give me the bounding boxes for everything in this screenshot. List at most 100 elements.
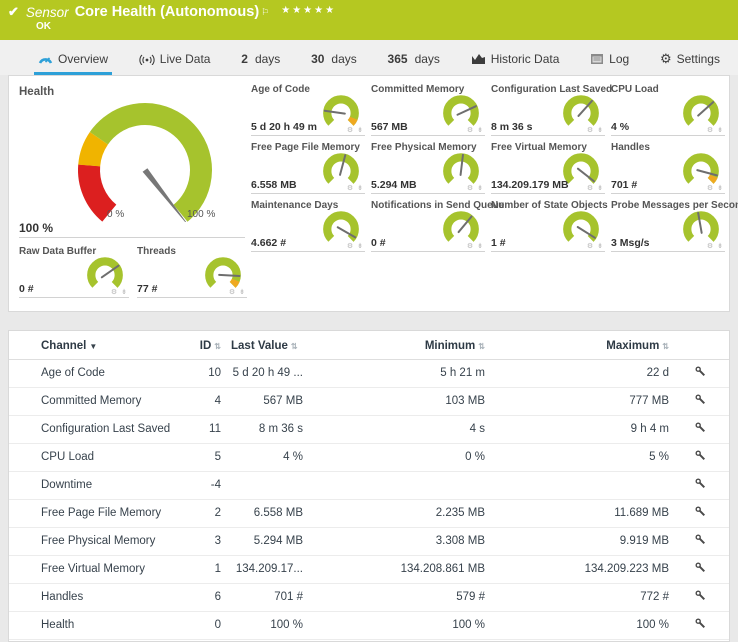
column-header-id[interactable]: ID⇅ (181, 331, 221, 360)
cell-id: 4 (181, 388, 221, 416)
tab-30-days[interactable]: 30days (307, 47, 361, 75)
pin-icon[interactable]: ⇟ (477, 127, 484, 134)
table-row: CPU Load54 %0 %5 % (9, 444, 730, 472)
gear-icon[interactable]: ⚙ (229, 289, 236, 296)
pin-icon[interactable]: ⇟ (597, 127, 604, 134)
tile-threads[interactable]: Threads77 #⚙ ⇟ (137, 246, 247, 298)
pin-icon[interactable]: ⇟ (357, 127, 364, 134)
wrench-icon[interactable] (695, 564, 706, 576)
channel-settings-button[interactable] (669, 388, 730, 416)
tile-value: 567 MB (371, 121, 408, 133)
gear-icon[interactable]: ⚙ (587, 185, 594, 192)
cell-channel[interactable]: CPU Load (9, 444, 181, 472)
tile-health[interactable]: Health x 0 % 100 % 100 % (19, 84, 245, 238)
wrench-icon[interactable] (695, 424, 706, 436)
cell-channel[interactable]: Free Virtual Memory (9, 556, 181, 584)
wrench-icon[interactable] (695, 536, 706, 548)
cell-last-value: 8 m 36 s (221, 416, 303, 444)
pin-icon[interactable]: ⇟ (357, 243, 364, 250)
pin-icon[interactable]: ⇟ (239, 289, 246, 296)
gear-icon[interactable]: ⚙ (111, 289, 118, 296)
channel-settings-button[interactable] (669, 556, 730, 584)
gear-icon[interactable]: ⚙ (707, 127, 714, 134)
channel-settings-button[interactable] (669, 444, 730, 472)
pin-icon[interactable]: ⇟ (597, 243, 604, 250)
cell-minimum: 103 MB (303, 388, 485, 416)
channel-settings-button[interactable] (669, 472, 730, 500)
gear-icon[interactable]: ⚙ (467, 243, 474, 250)
wrench-icon[interactable] (695, 396, 706, 408)
pin-icon[interactable]: ⇟ (717, 127, 724, 134)
cell-channel[interactable]: Configuration Last Saved (9, 416, 181, 444)
column-header-last-value[interactable]: Last Value⇅ (221, 331, 303, 360)
channel-settings-button[interactable] (669, 500, 730, 528)
tile-maintenance-days[interactable]: Maintenance Days4.662 #⚙ ⇟ (251, 200, 365, 252)
flag-icon[interactable]: ⚐ (261, 7, 269, 18)
gear-icon[interactable]: ⚙ (467, 185, 474, 192)
wrench-icon[interactable] (695, 620, 706, 632)
cell-channel[interactable]: Handles (9, 584, 181, 612)
channel-settings-button[interactable] (669, 360, 730, 388)
tile-raw-data-buffer[interactable]: Raw Data Buffer0 #⚙ ⇟ (19, 246, 129, 298)
channel-settings-button[interactable] (669, 528, 730, 556)
channel-settings-button[interactable] (669, 584, 730, 612)
cell-maximum: 134.209.223 MB (485, 556, 669, 584)
pin-icon[interactable]: ⇟ (477, 185, 484, 192)
pin-icon[interactable]: ⇟ (477, 243, 484, 250)
gear-icon[interactable]: ⚙ (587, 127, 594, 134)
tab-settings[interactable]: ⚙Settings (656, 47, 724, 75)
column-header-minimum[interactable]: Minimum⇅ (303, 331, 485, 360)
cell-channel[interactable]: Downtime (9, 472, 181, 500)
tile-age-of-code[interactable]: Age of Code5 d 20 h 49 m⚙ ⇟ (251, 84, 365, 136)
tile-number-of-state-objects[interactable]: Number of State Objects1 #⚙ ⇟ (491, 200, 605, 252)
tab-365-days[interactable]: 365days (384, 47, 444, 75)
wrench-icon[interactable] (695, 368, 706, 380)
tab-2-days[interactable]: 2days (237, 47, 284, 75)
sort-desc-icon: ▼ (89, 342, 97, 351)
cell-id: 1 (181, 556, 221, 584)
tile-free-physical-memory[interactable]: Free Physical Memory5.294 MB⚙ ⇟ (371, 142, 485, 194)
gear-icon[interactable]: ⚙ (347, 185, 354, 192)
gear-icon[interactable]: ⚙ (347, 127, 354, 134)
gear-icon[interactable]: ⚙ (587, 243, 594, 250)
tile-cpu-load[interactable]: CPU Load4 %⚙ ⇟ (611, 84, 725, 136)
tile-free-virtual-memory[interactable]: Free Virtual Memory134.209.179 MB⚙ ⇟ (491, 142, 605, 194)
tile-notifications-in-send-queue[interactable]: Notifications in Send Queue0 #⚙ ⇟ (371, 200, 485, 252)
table-row: Free Page File Memory26.558 MB2.235 MB11… (9, 500, 730, 528)
column-header-channel[interactable]: Channel▼ (9, 331, 181, 360)
column-header-maximum[interactable]: Maximum⇅ (485, 331, 669, 360)
sort-icon: ⇅ (662, 342, 669, 351)
tab-live-data[interactable]: Live Data (135, 47, 215, 75)
gear-icon[interactable]: ⚙ (347, 243, 354, 250)
tab-overview[interactable]: Overview (34, 47, 112, 75)
cell-channel[interactable]: Age of Code (9, 360, 181, 388)
tile-free-page-file-memory[interactable]: Free Page File Memory6.558 MB⚙ ⇟ (251, 142, 365, 194)
cell-channel[interactable]: Free Physical Memory (9, 528, 181, 556)
channel-settings-button[interactable] (669, 612, 730, 640)
tile-probe-messages-per-second[interactable]: Probe Messages per Second3 Msg/s⚙ ⇟ (611, 200, 725, 252)
gear-icon[interactable]: ⚙ (707, 243, 714, 250)
pin-icon[interactable]: ⇟ (121, 289, 128, 296)
priority-stars[interactable]: ★★★★★ (281, 5, 336, 16)
pin-icon[interactable]: ⇟ (357, 185, 364, 192)
tile-configuration-last-saved[interactable]: Configuration Last Saved8 m 36 s⚙ ⇟ (491, 84, 605, 136)
pin-icon[interactable]: ⇟ (597, 185, 604, 192)
tile-handles[interactable]: Handles701 #⚙ ⇟ (611, 142, 725, 194)
table-row: Free Physical Memory35.294 MB3.308 MB9.9… (9, 528, 730, 556)
wrench-icon[interactable] (695, 452, 706, 464)
wrench-icon[interactable] (695, 508, 706, 520)
cell-channel[interactable]: Health (9, 612, 181, 640)
pin-icon[interactable]: ⇟ (717, 243, 724, 250)
tab-log[interactable]: Log (586, 47, 633, 75)
tile-committed-memory[interactable]: Committed Memory567 MB⚙ ⇟ (371, 84, 485, 136)
cell-channel[interactable]: Free Page File Memory (9, 500, 181, 528)
gear-icon[interactable]: ⚙ (467, 127, 474, 134)
tab-historic-data[interactable]: Historic Data (467, 47, 564, 75)
wrench-icon[interactable] (695, 480, 706, 492)
wrench-icon[interactable] (695, 592, 706, 604)
gear-icon[interactable]: ⚙ (707, 185, 714, 192)
pin-icon[interactable]: ⇟ (717, 185, 724, 192)
column-header-settings (669, 331, 730, 360)
channel-settings-button[interactable] (669, 416, 730, 444)
cell-channel[interactable]: Committed Memory (9, 388, 181, 416)
